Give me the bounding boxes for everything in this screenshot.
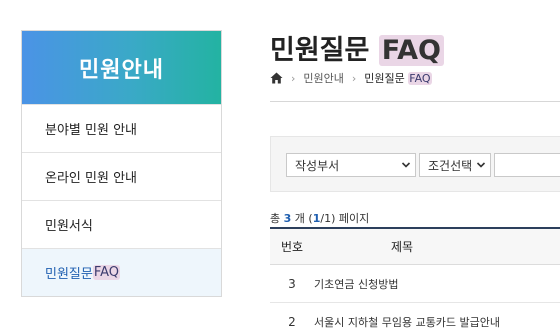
home-icon[interactable] xyxy=(270,72,283,84)
total-pages: 1 xyxy=(324,212,332,225)
breadcrumb-item[interactable]: 민원안내 xyxy=(303,70,343,86)
column-header-title: 제목 xyxy=(390,240,414,254)
table-header: 번호 제목 xyxy=(270,227,560,265)
page-title: 민원질문 FAQ xyxy=(270,28,444,67)
row-title-link[interactable]: 기초연금 신청방법 xyxy=(314,276,398,292)
search-box: 작성부서 조건선택 xyxy=(270,136,560,192)
column-header-number: 번호 xyxy=(280,240,304,254)
sidebar-item-label-highlight: FAQ xyxy=(92,265,121,280)
row-title-link[interactable]: 서울시 지하철 무임용 교통카드 발급안내 xyxy=(314,314,500,330)
sidebar-item-field-guide[interactable]: 분야별 민원 안내 xyxy=(22,104,221,152)
department-select[interactable]: 작성부서 xyxy=(286,153,416,177)
sidebar-item-faq[interactable]: 민원질문 FAQ xyxy=(22,248,221,296)
breadcrumb: › 민원안내 › 민원질문 FAQ xyxy=(270,70,432,86)
table-row[interactable]: 2 서울시 지하철 무임용 교통카드 발급안내 xyxy=(270,303,560,333)
page-title-highlight: FAQ xyxy=(378,35,444,66)
chevron-right-icon: › xyxy=(351,71,357,85)
breadcrumb-highlight: FAQ xyxy=(408,72,432,85)
table-row[interactable]: 3 기초연금 신청방법 xyxy=(270,265,560,303)
breadcrumb-current: 민원질문 FAQ xyxy=(364,72,432,85)
sidebar: 민원안내 분야별 민원 안내 온라인 민원 안내 민원서식 민원질문 FAQ xyxy=(21,30,222,297)
search-input[interactable] xyxy=(494,153,560,177)
divider xyxy=(270,101,560,102)
faq-table: 번호 제목 3 기초연금 신청방법 2 서울시 지하철 무임용 교통카드 발급안… xyxy=(270,227,560,333)
chevron-down-icon xyxy=(401,159,411,169)
sidebar-item-online-guide[interactable]: 온라인 민원 안내 xyxy=(22,152,221,200)
result-count: 총 3 개 (1/1) 페이지 xyxy=(270,212,370,225)
sidebar-item-label: 분야별 민원 안내 xyxy=(45,123,137,138)
chevron-down-icon xyxy=(476,159,486,169)
department-select-value: 작성부서 xyxy=(295,158,340,173)
sidebar-item-label: 민원서식 xyxy=(45,219,93,234)
row-number: 3 xyxy=(288,276,296,291)
sidebar-item-label: 온라인 민원 안내 xyxy=(45,171,137,186)
chevron-right-icon: › xyxy=(291,71,296,85)
condition-select[interactable]: 조건선택 xyxy=(419,153,491,177)
page-title-text: 민원질문 xyxy=(270,35,379,66)
sidebar-title: 민원안내 xyxy=(22,31,221,104)
sidebar-item-label: 민원질문 xyxy=(45,267,93,282)
sidebar-item-forms[interactable]: 민원서식 xyxy=(22,200,221,248)
condition-select-value: 조건선택 xyxy=(428,158,473,173)
row-number: 2 xyxy=(288,314,296,329)
